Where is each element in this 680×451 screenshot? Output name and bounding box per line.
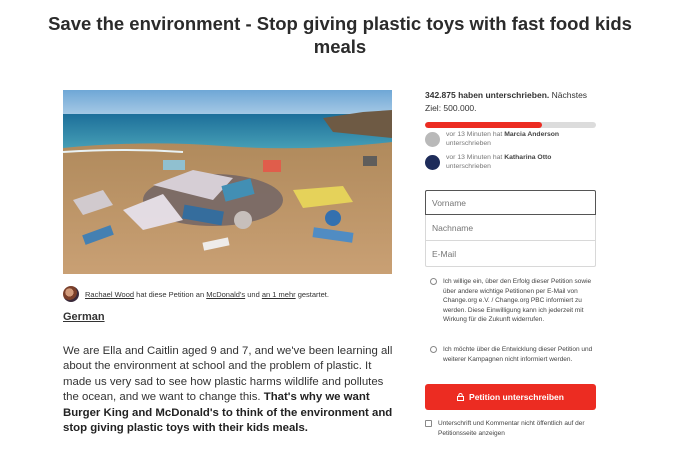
signer-text: vor 13 Minuten hat Katharina Otto untersc…: [446, 154, 551, 171]
signature-count-value: 342.875 haben unterschrieben.: [425, 90, 550, 100]
sign-petition-label: Petition unterschreiben: [469, 392, 564, 402]
last-name-input[interactable]: [425, 215, 596, 241]
email-input[interactable]: [425, 241, 596, 267]
signer-suffix: unterschrieben: [446, 139, 491, 147]
recipient-link[interactable]: McDonald's: [206, 290, 245, 299]
signer-suffix: unterschrieben: [446, 162, 491, 170]
consent-option-yes[interactable]: Ich willige ein, über den Erfolg dieser …: [430, 277, 596, 325]
petition-title: Save the environment - Stop giving plast…: [48, 13, 632, 57]
author-text: hat diese Petition an: [134, 289, 207, 299]
signer-avatar: [425, 132, 440, 147]
signer-avatar: [425, 155, 440, 170]
signer-name: Marcia Anderson: [504, 131, 560, 138]
signer-name: Katharina Otto: [504, 154, 552, 161]
author-line: Rachael Wood hat diese Petition an McDon…: [63, 286, 329, 302]
petition-story: We are Ella and Caitlin aged 9 and 7, an…: [63, 344, 393, 436]
progress-fill: [425, 122, 543, 128]
consent-yes-label: Ich willige ein, über den Erfolg dieser …: [443, 278, 592, 324]
more-recipients-link[interactable]: an 1 mehr: [262, 290, 296, 299]
language-heading[interactable]: German: [63, 311, 105, 323]
signer-time: vor 13 Minuten hat: [446, 154, 505, 161]
hide-signature-checkbox[interactable]: [425, 420, 432, 427]
hide-signature-option[interactable]: Unterschrift und Kommentar nicht öffentl…: [425, 419, 600, 438]
recent-signers-list: vor 13 Minuten hat Marcia Anderson unters…: [425, 131, 597, 177]
beach-plastic-photo: [63, 90, 392, 274]
signature-form: [425, 190, 596, 267]
consent-no-radio[interactable]: [430, 346, 437, 353]
lock-icon: [457, 393, 465, 401]
signer-row: vor 13 Minuten hat Marcia Anderson unters…: [425, 131, 597, 154]
author-text-and: und: [245, 289, 262, 299]
consent-no-label: Ich möchte über die Entwicklung dieser P…: [443, 346, 593, 363]
signer-row: vor 13 Minuten hat Katharina Otto untersc…: [425, 154, 597, 177]
hide-signature-label: Unterschrift und Kommentar nicht öffentl…: [438, 420, 585, 437]
signature-progress-bar: [425, 122, 596, 128]
consent-option-no[interactable]: Ich möchte über die Entwicklung dieser P…: [430, 345, 596, 364]
sign-petition-button[interactable]: Petition unterschreiben: [425, 384, 596, 410]
author-avatar: [63, 286, 79, 302]
petition-image: [63, 90, 392, 274]
author-text-end: gestartet.: [295, 289, 329, 299]
first-name-input[interactable]: [425, 190, 596, 215]
consent-yes-radio[interactable]: [430, 278, 437, 285]
signer-text: vor 13 Minuten hat Marcia Anderson unters…: [446, 131, 559, 148]
signature-count: 342.875 haben unterschrieben. Nächstes Z…: [425, 89, 597, 115]
signer-time: vor 13 Minuten hat: [446, 131, 505, 138]
author-link[interactable]: Rachael Wood: [85, 290, 134, 299]
signature-panel: 342.875 haben unterschrieben. Nächstes Z…: [425, 89, 597, 170]
